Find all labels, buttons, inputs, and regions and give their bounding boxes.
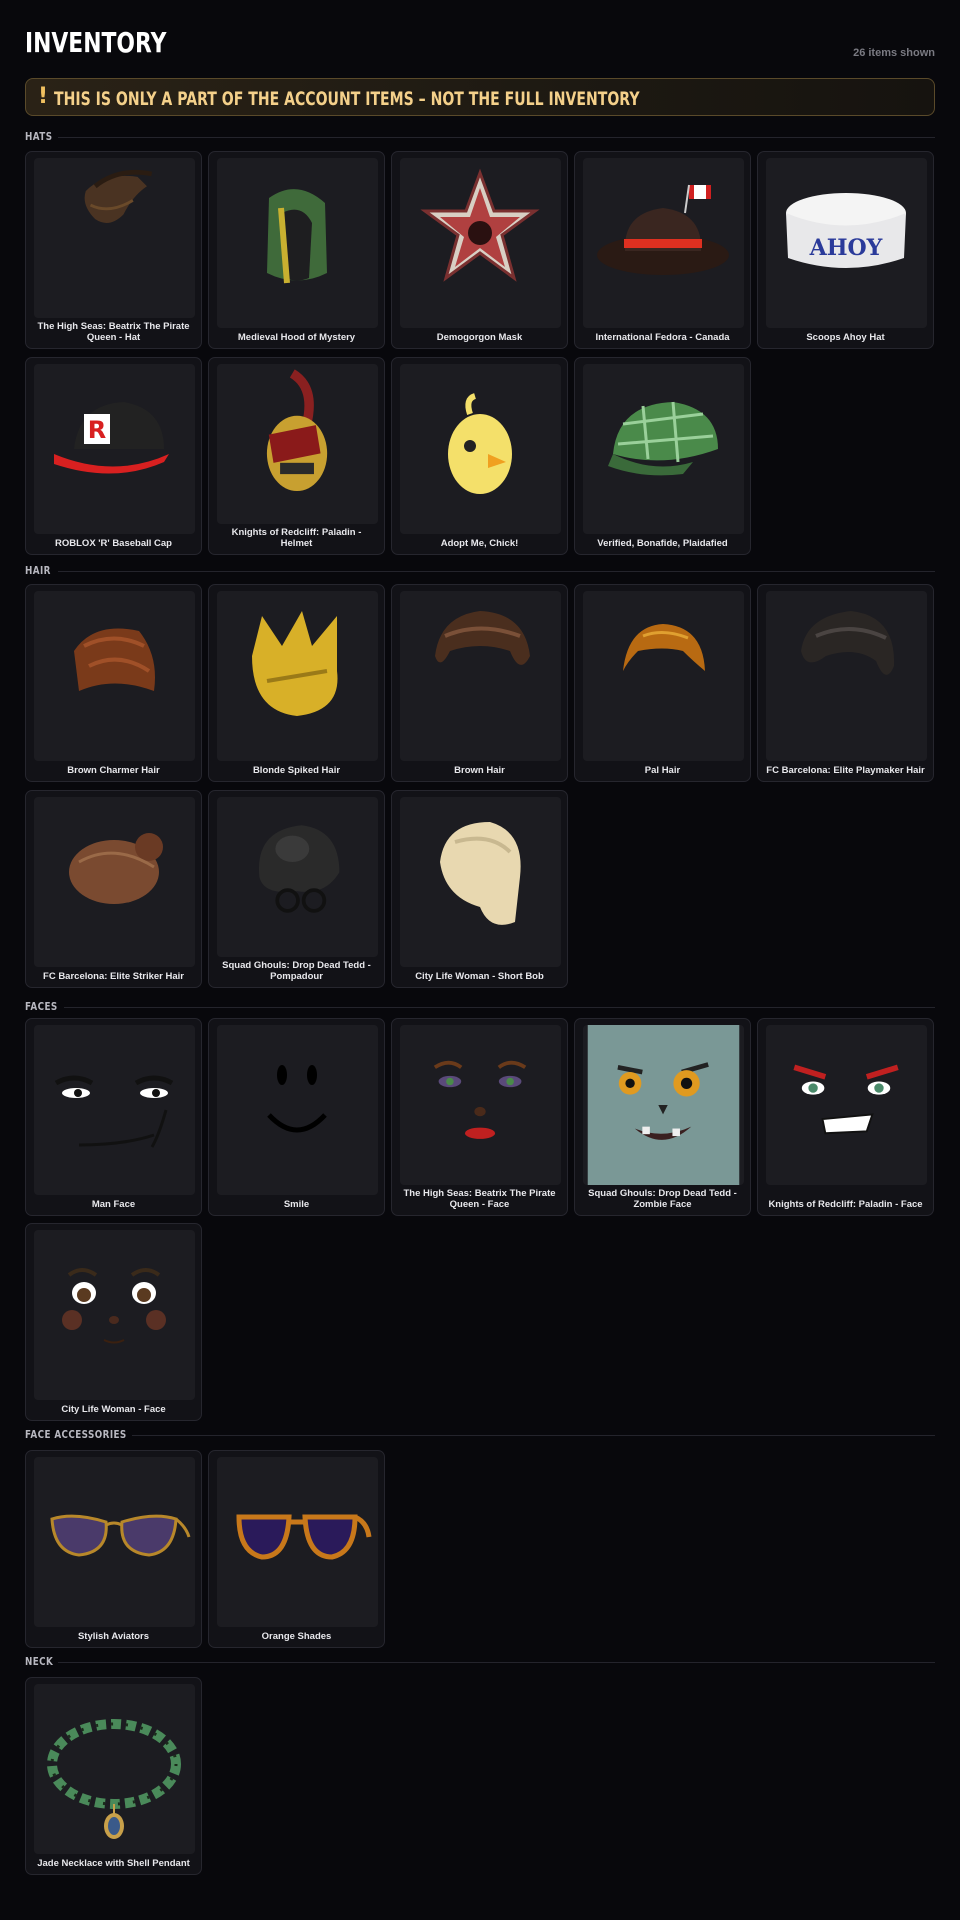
- inventory-item-card[interactable]: Medieval Hood of Mystery: [208, 151, 385, 349]
- section-label-face-accessories: FACE ACCESSORIES: [25, 1428, 127, 1441]
- item-name: Stylish Aviators: [77, 1631, 150, 1642]
- pirate-hat-icon: [34, 158, 195, 318]
- inventory-item-card[interactable]: Man Face: [25, 1018, 202, 1216]
- pompadour-icon: [217, 797, 378, 957]
- green-hood-icon: [217, 158, 378, 328]
- warning-text: THIS IS ONLY A PART OF THE ACCOUNT ITEMS…: [54, 88, 640, 110]
- bun-hair-icon: [34, 797, 195, 967]
- item-name: Brown Charmer Hair: [67, 765, 160, 776]
- inventory-item-card[interactable]: Brown Hair: [391, 584, 568, 782]
- demogorgon-mask-icon: [400, 158, 561, 328]
- section-divider: [57, 571, 935, 572]
- item-name: Medieval Hood of Mystery: [237, 332, 356, 343]
- item-name: City Life Woman - Face: [61, 1404, 166, 1415]
- section-divider: [132, 1435, 935, 1436]
- item-count: 26 items shown: [853, 47, 935, 59]
- item-name: Squad Ghouls: Drop Dead Tedd - Pompadour: [222, 960, 371, 982]
- smile-face-icon: [217, 1025, 378, 1195]
- inventory-item-card[interactable]: City Life Woman - Short Bob: [391, 790, 568, 988]
- section-divider: [57, 137, 935, 138]
- inventory-item-card[interactable]: Squad Ghouls: Drop Dead Tedd - Pompadour: [208, 790, 385, 988]
- section-label-faces: FACES: [25, 1000, 58, 1013]
- item-name: The High Seas: Beatrix The Pirate Queen …: [37, 321, 190, 343]
- section-label-neck: NECK: [25, 1655, 54, 1668]
- section-label-hats: HATS: [25, 130, 53, 143]
- man-face-icon: [34, 1025, 195, 1195]
- inventory-item-card[interactable]: The High Seas: Beatrix The Pirate Queen …: [25, 151, 202, 349]
- inventory-item-card[interactable]: Pal Hair: [574, 584, 751, 782]
- dark-hair-icon: [766, 591, 927, 761]
- chick-icon: [400, 364, 561, 534]
- inventory-item-card[interactable]: International Fedora - Canada: [574, 151, 751, 349]
- item-name: FC Barcelona: Elite Striker Hair: [43, 971, 184, 982]
- item-name: Demogorgon Mask: [436, 332, 523, 343]
- item-name: Smile: [283, 1199, 310, 1210]
- pal-hair-icon: [583, 591, 744, 761]
- item-name: Knights of Redcliff: Paladin - Face: [768, 1199, 923, 1210]
- item-name: Squad Ghouls: Drop Dead Tedd - Zombie Fa…: [588, 1188, 737, 1210]
- zombie-face-icon: [583, 1025, 744, 1185]
- blonde-hair-icon: [217, 591, 378, 761]
- brown-hair-2-icon: [400, 591, 561, 761]
- section-divider: [57, 1662, 935, 1663]
- inventory-item-card[interactable]: City Life Woman - Face: [25, 1223, 202, 1421]
- blonde-bob-icon: [400, 797, 561, 967]
- inventory-item-card[interactable]: Squad Ghouls: Drop Dead Tedd - Zombie Fa…: [574, 1018, 751, 1216]
- baseball-cap-icon: R: [34, 364, 195, 534]
- inventory-item-card[interactable]: FC Barcelona: Elite Playmaker Hair: [757, 584, 934, 782]
- inventory-item-card[interactable]: Smile: [208, 1018, 385, 1216]
- item-name: City Life Woman - Short Bob: [415, 971, 544, 982]
- inventory-item-card[interactable]: The High Seas: Beatrix The Pirate Queen …: [391, 1018, 568, 1216]
- svg-text:R: R: [88, 416, 106, 444]
- item-name: Knights of Redcliff: Paladin - Helmet: [231, 527, 362, 549]
- item-name: Scoops Ahoy Hat: [806, 332, 885, 343]
- item-name: The High Seas: Beatrix The Pirate Queen …: [403, 1188, 556, 1210]
- inventory-item-card[interactable]: Blonde Spiked Hair: [208, 584, 385, 782]
- inventory-item-card[interactable]: Verified, Bonafide, Plaidafied: [574, 357, 751, 555]
- page-header: INVENTORY 26 items shown: [25, 26, 935, 66]
- section-divider: [64, 1007, 935, 1008]
- inventory-item-card[interactable]: Brown Charmer Hair: [25, 584, 202, 782]
- inventory-item-card[interactable]: Adopt Me, Chick!: [391, 357, 568, 555]
- inventory-item-card[interactable]: AHOY Scoops Ahoy Hat: [757, 151, 934, 349]
- brown-hair-icon: [34, 591, 195, 761]
- pirate-face-icon: [400, 1025, 561, 1185]
- jade-necklace-icon: [34, 1684, 195, 1854]
- item-name: Brown Hair: [454, 765, 505, 776]
- inventory-item-card[interactable]: Knights of Redcliff: Paladin - Helmet: [208, 357, 385, 555]
- knight-helmet-icon: [217, 364, 378, 524]
- svg-text:AHOY: AHOY: [809, 235, 883, 261]
- item-name: Blonde Spiked Hair: [252, 765, 341, 776]
- item-name: Man Face: [91, 1199, 136, 1210]
- fedora-canada-icon: [583, 158, 744, 328]
- inventory-item-card[interactable]: Jade Necklace with Shell Pendant: [25, 1677, 202, 1875]
- inventory-item-card[interactable]: Orange Shades: [208, 1450, 385, 1648]
- item-name: ROBLOX 'R' Baseball Cap: [55, 538, 172, 549]
- paladin-face-icon: [766, 1025, 927, 1185]
- section-label-hair: HAIR: [25, 564, 51, 577]
- sailor-hat-icon: AHOY: [766, 158, 927, 328]
- warning-banner: ! THIS IS ONLY A PART OF THE ACCOUNT ITE…: [25, 78, 935, 116]
- page-title: INVENTORY: [25, 26, 167, 59]
- inventory-item-card[interactable]: Demogorgon Mask: [391, 151, 568, 349]
- item-name: Verified, Bonafide, Plaidafied: [597, 538, 728, 549]
- orange-shades-icon: [217, 1457, 378, 1627]
- woman-face-icon: [34, 1230, 195, 1400]
- item-name: International Fedora - Canada: [595, 332, 730, 343]
- item-name: Adopt Me, Chick!: [440, 538, 519, 549]
- inventory-item-card[interactable]: R ROBLOX 'R' Baseball Cap: [25, 357, 202, 555]
- inventory-item-card[interactable]: Knights of Redcliff: Paladin - Face: [757, 1018, 934, 1216]
- item-name: Orange Shades: [261, 1631, 332, 1642]
- inventory-item-card[interactable]: FC Barcelona: Elite Striker Hair: [25, 790, 202, 988]
- item-name: Jade Necklace with Shell Pendant: [37, 1858, 190, 1869]
- aviators-icon: [34, 1457, 195, 1627]
- inventory-item-card[interactable]: Stylish Aviators: [25, 1450, 202, 1648]
- item-name: Pal Hair: [644, 765, 681, 776]
- plaid-cap-icon: [583, 364, 744, 534]
- warning-icon: !: [38, 84, 49, 109]
- item-name: FC Barcelona: Elite Playmaker Hair: [766, 765, 925, 776]
